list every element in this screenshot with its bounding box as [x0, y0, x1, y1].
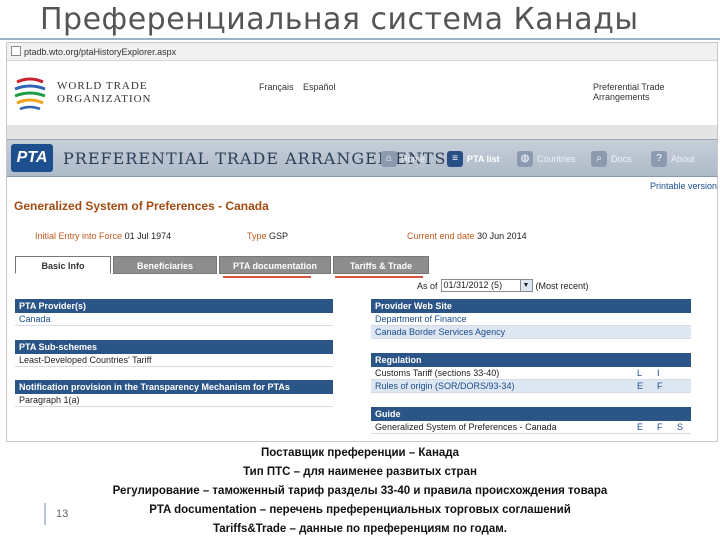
page-number-bar: [44, 503, 46, 525]
panel-header: Regulation: [371, 353, 691, 367]
doc-link-l[interactable]: L: [637, 368, 642, 378]
slide-caption: Поставщик преференции – Канада Тип ПТС –…: [0, 444, 720, 539]
highlight-underline: [335, 276, 423, 278]
help-icon: ?: [651, 151, 667, 167]
subschemes-panel: PTA Sub-schemes Least-Developed Countrie…: [15, 340, 333, 367]
provider-panel: PTA Provider(s) Canada: [15, 299, 333, 326]
nav-pta-list[interactable]: ≡ PTA list: [447, 148, 500, 170]
subscheme-value: Least-Developed Countries' Tariff: [15, 354, 333, 367]
page-number: 13: [56, 508, 69, 520]
lang-spanish-link[interactable]: Español: [303, 82, 336, 92]
panel-header: Notification provision in the Transparen…: [15, 380, 333, 394]
web-link-cbsa[interactable]: Canada Border Services Agency: [371, 326, 691, 339]
wto-header: World Trade Organization Français Españo…: [7, 62, 717, 124]
regulation-panel: Regulation Customs Tariff (sections 33-4…: [371, 353, 691, 393]
nav-docs[interactable]: ⌕ Docs: [591, 148, 632, 170]
caption-line: Регулирование – таможенный тариф разделы…: [112, 485, 608, 497]
pta-header-link[interactable]: Preferential Trade Arrangements: [593, 82, 717, 102]
printable-version-link[interactable]: Printable version: [650, 181, 717, 191]
caption-line: PTA documentation – перечень преференциа…: [149, 504, 571, 516]
notification-panel: Notification provision in the Transparen…: [15, 380, 333, 407]
chevron-down-icon: ▼: [519, 280, 532, 291]
web-link-finance[interactable]: Department of Finance: [371, 313, 691, 326]
url-text: ptadb.wto.org/ptaHistoryExplorer.aspx: [24, 47, 177, 57]
nav-countries[interactable]: ◍ Countries: [517, 148, 576, 170]
web-site-panel: Provider Web Site Department of Finance …: [371, 299, 691, 339]
slide-title: Преференциальная система Канады: [40, 2, 639, 37]
as-of-control: As of 01/31/2012 (5) ▼ (Most recent): [417, 279, 589, 292]
panel-header: PTA Provider(s): [15, 299, 333, 313]
as-of-select[interactable]: 01/31/2012 (5) ▼: [440, 279, 533, 292]
wto-logo-icon: [14, 77, 46, 111]
tab-tariffs-trade[interactable]: Tariffs & Trade: [333, 256, 429, 274]
address-bar[interactable]: ptadb.wto.org/ptaHistoryExplorer.aspx: [7, 43, 717, 61]
caption-line: Tariffs&Trade – данные по преференциям п…: [213, 523, 507, 535]
caption-line: Поставщик преференции – Канада: [261, 447, 459, 459]
panel-header: Provider Web Site: [371, 299, 691, 313]
lang-french-link[interactable]: Français: [259, 82, 294, 92]
favicon-icon: [11, 46, 21, 56]
regulation-row: Customs Tariff (sections 33-40) L I: [371, 367, 691, 380]
pta-logo: PTA: [11, 144, 53, 172]
tab-pta-documentation[interactable]: PTA documentation: [219, 256, 331, 274]
globe-icon: ◍: [517, 151, 533, 167]
tab-beneficiaries[interactable]: Beneficiaries: [113, 256, 217, 274]
doc-link-e[interactable]: E: [637, 422, 643, 432]
panel-header: PTA Sub-schemes: [15, 340, 333, 354]
doc-link-i[interactable]: I: [657, 368, 660, 378]
list-icon: ≡: [447, 151, 463, 167]
pta-banner: PTA Preferential Trade Arrangements ⌂ Hom…: [7, 139, 717, 177]
caption-line: Тип ПТС – для наименее развитых стран: [243, 466, 477, 478]
guide-row: Generalized System of Preferences - Cana…: [371, 421, 691, 434]
panel-header: Guide: [371, 407, 691, 421]
guide-panel: Guide Generalized System of Preferences …: [371, 407, 691, 434]
page-title: Generalized System of Preferences - Cana…: [14, 199, 269, 213]
doc-link-e[interactable]: E: [637, 381, 643, 391]
doc-link-f[interactable]: F: [657, 422, 663, 432]
nav-home[interactable]: ⌂ Home: [381, 148, 425, 170]
entry-into-force: Initial Entry into Force 01 Jul 1974: [35, 231, 172, 241]
tab-basic-info[interactable]: Basic Info: [15, 256, 111, 274]
home-icon: ⌂: [381, 151, 397, 167]
current-end-date: Current end date 30 Jun 2014: [407, 231, 527, 241]
pta-type: Type GSP: [247, 231, 289, 241]
nav-about[interactable]: ? About: [651, 148, 695, 170]
search-icon: ⌕: [591, 151, 607, 167]
title-divider: [0, 38, 720, 40]
provider-link[interactable]: Canada: [15, 313, 333, 326]
wto-name: World Trade Organization: [57, 80, 152, 105]
website-screenshot: ptadb.wto.org/ptaHistoryExplorer.aspx Wo…: [6, 42, 718, 442]
highlight-underline: [223, 276, 311, 278]
regulation-row: Rules of origin (SOR/DORS/93-34) E F: [371, 380, 691, 393]
tab-bar: Basic Info Beneficiaries PTA documentati…: [15, 256, 431, 274]
doc-link-s[interactable]: S: [677, 422, 683, 432]
notification-value: Paragraph 1(a): [15, 394, 333, 407]
doc-link-f[interactable]: F: [657, 381, 663, 391]
spacer: [7, 125, 717, 139]
